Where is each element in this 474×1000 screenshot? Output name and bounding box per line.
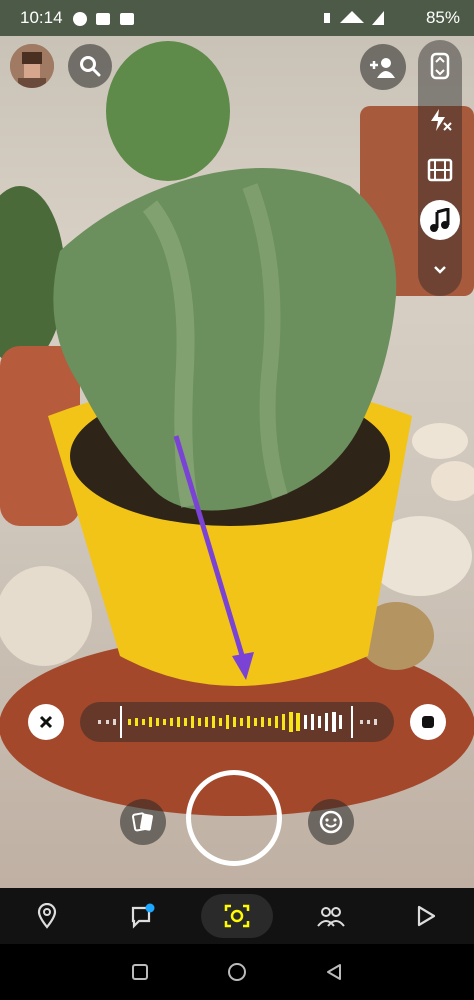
camera-viewport[interactable]	[0, 36, 474, 888]
back-button[interactable]	[322, 960, 346, 984]
add-friend-button[interactable]	[360, 44, 406, 90]
flash-button[interactable]	[418, 98, 462, 142]
status-time: 10:14	[20, 8, 63, 27]
status-signal-icons	[324, 11, 384, 25]
avatar[interactable]	[10, 44, 54, 88]
battery-percent: 85%	[425, 8, 460, 27]
memories-button[interactable]	[120, 799, 166, 845]
lenses-button[interactable]	[308, 799, 354, 845]
search-icon	[80, 56, 101, 77]
video-icon	[427, 158, 453, 182]
audio-waveform-track[interactable]	[80, 702, 394, 742]
play-icon	[417, 905, 436, 927]
memories-icon	[132, 812, 153, 832]
recent-apps-icon	[132, 964, 148, 980]
avatar-image	[10, 44, 54, 88]
flip-camera-button[interactable]	[418, 44, 462, 88]
home-button[interactable]	[225, 960, 249, 984]
camera-tab[interactable]	[201, 894, 273, 938]
chat-tab[interactable]	[122, 896, 162, 936]
audio-waveform	[98, 706, 377, 738]
shutter-button[interactable]	[186, 770, 282, 866]
recent-apps-button[interactable]	[128, 960, 152, 984]
flip-camera-icon	[430, 52, 450, 80]
status-bar: 10:14 85%	[0, 0, 474, 36]
close-audio-button[interactable]	[28, 704, 64, 740]
back-icon	[327, 964, 341, 980]
system-navigation-bar	[0, 944, 474, 1000]
flash-off-icon	[431, 109, 452, 131]
stop-icon	[422, 716, 434, 728]
audio-trim-start[interactable]	[120, 706, 122, 738]
more-tools-button[interactable]	[420, 254, 460, 286]
camera-scene	[0, 41, 474, 816]
video-mode-button[interactable]	[418, 148, 462, 192]
close-icon	[39, 715, 53, 729]
map-tab[interactable]	[27, 896, 67, 936]
audio-trim-end[interactable]	[351, 706, 353, 738]
music-icon	[430, 208, 450, 232]
map-icon	[37, 903, 57, 929]
search-button[interactable]	[68, 44, 112, 88]
chat-icon	[131, 903, 155, 929]
add-friend-icon	[370, 58, 395, 78]
friends-tab[interactable]	[311, 896, 351, 936]
stories-tab[interactable]	[406, 896, 446, 936]
home-icon	[228, 963, 246, 981]
status-notification-icons	[73, 12, 134, 26]
bottom-navigation	[0, 888, 474, 944]
chevron-down-icon	[434, 266, 446, 274]
music-button[interactable]	[420, 200, 460, 240]
stop-audio-button[interactable]	[410, 704, 446, 740]
camera-icon	[224, 904, 250, 928]
smiley-icon	[319, 810, 343, 834]
friends-icon	[317, 907, 345, 927]
